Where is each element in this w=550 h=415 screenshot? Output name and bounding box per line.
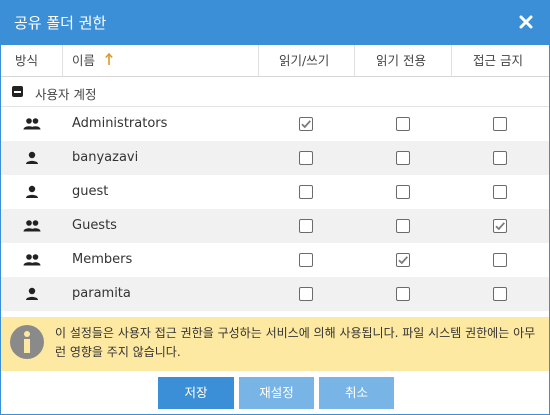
header-read-write[interactable]: 읽기/쓰기 [279,45,329,77]
read-write-checkbox[interactable] [299,117,313,131]
read-only-checkbox[interactable] [396,185,410,199]
account-name: paramita [72,286,131,301]
shared-folder-permission-dialog: 공유 폴더 권한 방식 이름 읽기/쓰기 읽기 전용 접근 금지 사용자 계정 … [0,0,550,415]
info-icon [10,325,44,359]
column-divider [451,45,452,77]
save-button[interactable]: 저장 [158,377,234,409]
user-icon [23,185,41,199]
grid-header: 방식 이름 읽기/쓰기 읽기 전용 접근 금지 [1,45,549,77]
group-user-accounts[interactable]: 사용자 계정 [1,77,549,107]
no-access-checkbox[interactable] [493,151,507,165]
user-group-icon [23,219,41,233]
header-type[interactable]: 방식 [15,45,38,77]
notice-text: 이 설정들은 사용자 접근 권한을 구성하는 서비스에 의해 사용됩니다. 파일… [55,326,536,359]
column-divider [258,45,259,77]
dialog-footer: 저장 재설정 취소 [1,371,549,414]
group-label: 사용자 계정 [35,87,97,102]
sort-ascending-arrow-icon [105,46,113,77]
column-divider [62,45,63,77]
reset-button[interactable]: 재설정 [239,377,314,409]
collapse-minus-icon[interactable] [12,86,23,97]
read-only-checkbox[interactable] [396,151,410,165]
account-name: Administrators [72,116,168,131]
close-icon[interactable] [517,13,535,31]
dialog-titlebar: 공유 폴더 권한 [1,1,549,45]
account-name: Members [72,252,133,267]
read-only-checkbox[interactable] [396,287,410,301]
table-row[interactable]: Guests [1,209,549,243]
cancel-button[interactable]: 취소 [319,377,394,409]
read-only-checkbox[interactable] [396,117,410,131]
table-row[interactable]: Administrators [1,107,549,141]
user-group-icon [23,117,41,131]
header-read-only[interactable]: 읽기 전용 [376,45,426,77]
no-access-checkbox[interactable] [493,253,507,267]
header-name-label: 이름 [72,53,96,68]
read-write-checkbox[interactable] [299,185,313,199]
no-access-checkbox[interactable] [493,219,507,233]
table-row[interactable]: banyazavi [1,141,549,175]
read-only-checkbox[interactable] [396,253,410,267]
no-access-checkbox[interactable] [493,287,507,301]
header-no-access[interactable]: 접근 금지 [473,45,523,77]
info-notice: 이 설정들은 사용자 접근 권한을 구성하는 서비스에 의해 사용됩니다. 파일… [1,317,549,371]
no-access-checkbox[interactable] [493,117,507,131]
user-icon [23,287,41,301]
read-write-checkbox[interactable] [299,253,313,267]
read-write-checkbox[interactable] [299,219,313,233]
no-access-checkbox[interactable] [493,185,507,199]
read-write-checkbox[interactable] [299,287,313,301]
read-write-checkbox[interactable] [299,151,313,165]
account-name: banyazavi [72,150,139,165]
user-group-icon [23,253,41,267]
user-icon [23,151,41,165]
table-row[interactable]: Members [1,243,549,277]
read-only-checkbox[interactable] [396,219,410,233]
account-name: guest [72,184,109,199]
header-name[interactable]: 이름 [72,45,113,77]
table-row[interactable]: paramita [1,277,549,311]
column-divider [354,45,355,77]
table-row[interactable]: guest [1,175,549,209]
account-name: Guests [72,218,117,233]
dialog-title: 공유 폴더 권한 [14,14,107,32]
